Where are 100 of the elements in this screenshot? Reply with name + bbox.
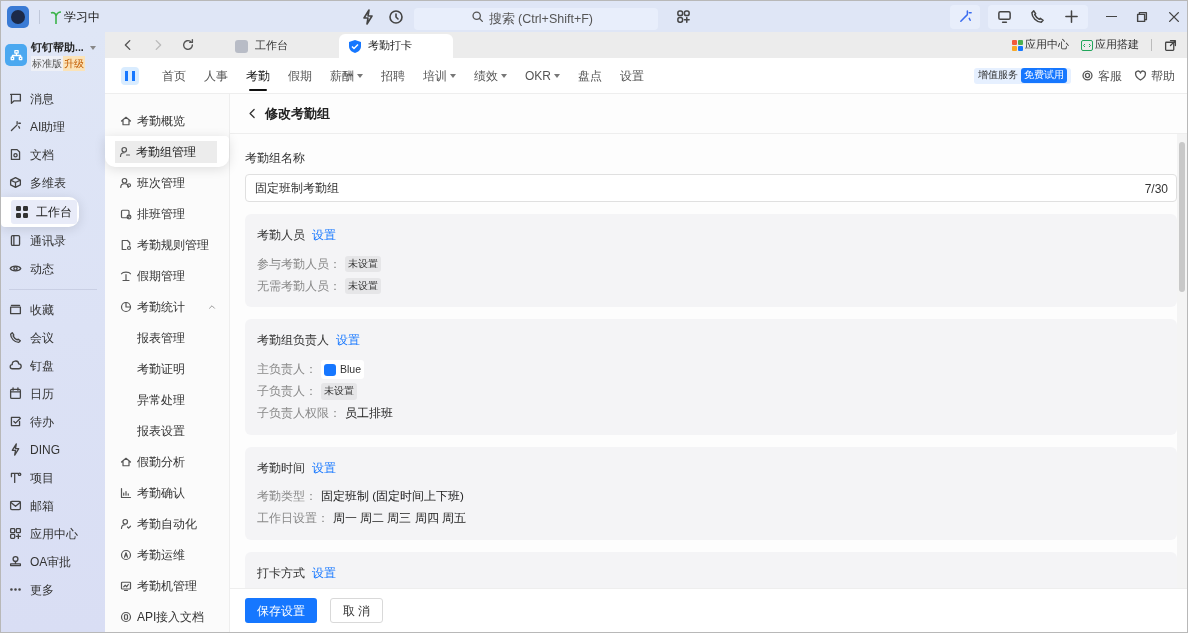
section-title: 考勤时间	[257, 460, 305, 476]
section-title: 考勤人员	[257, 228, 305, 243]
plus-icon	[1063, 9, 1079, 24]
sidebar-item[interactable]: 项目	[1, 463, 105, 492]
sub-nav-item[interactable]: 考勤确认	[105, 477, 229, 508]
sidebar-item[interactable]: 多维表	[1, 168, 105, 197]
app-logo[interactable]	[7, 5, 29, 28]
sidebar-item[interactable]: DING	[1, 435, 105, 464]
sub-nav-item[interactable]: 考勤自动化	[105, 508, 229, 539]
field-value: 固定班制 (固定时间上下班)	[321, 489, 464, 505]
grid-icon	[16, 205, 28, 218]
nav-tab[interactable]: 首页	[153, 57, 195, 94]
sub-nav-item[interactable]: 报表管理	[105, 322, 229, 353]
user-chip[interactable]: Blue	[321, 359, 364, 380]
open-external-icon	[1164, 38, 1177, 52]
upgrade-badge[interactable]: 升级	[63, 55, 85, 71]
nav-tab[interactable]: OKR	[516, 57, 569, 94]
restore-icon	[1135, 9, 1149, 24]
sidebar-item[interactable]: OA审批	[1, 547, 105, 576]
monitor-icon	[120, 579, 132, 592]
sidebar-item[interactable]: 消息	[1, 84, 105, 113]
sub-nav-item[interactable]: 考勤证明	[105, 353, 229, 384]
nav-tab[interactable]: 绩效	[465, 57, 516, 94]
sidebar-item[interactable]: 更多	[1, 575, 105, 604]
minimize-icon[interactable]	[1106, 15, 1117, 18]
toolbar-link[interactable]: 应用搭建	[1081, 37, 1139, 53]
sub-nav-item[interactable]: 考勤规则管理	[105, 229, 229, 260]
folder-icon	[9, 303, 22, 317]
caret-icon	[357, 73, 363, 78]
sidebar-item[interactable]: 日历	[1, 379, 105, 408]
users-icon	[120, 176, 132, 189]
toolbar-link[interactable]: 应用中心	[1012, 37, 1069, 53]
home-icon	[120, 114, 132, 127]
scrollbar-thumb[interactable]	[1179, 142, 1185, 292]
sidebar-item[interactable]: 工作台	[11, 199, 77, 224]
sub-nav-item[interactable]: 考勤机管理	[105, 570, 229, 601]
support-link[interactable]: 客服	[1098, 66, 1122, 85]
lightning-icon	[9, 443, 22, 457]
sparkle-icon	[9, 120, 22, 134]
org-name[interactable]: 钉钉帮助...	[31, 40, 84, 56]
settings-link[interactable]: 设置	[312, 564, 336, 582]
stamp-icon	[9, 555, 22, 569]
nav-tab[interactable]: 人事	[195, 57, 237, 94]
nav-tab[interactable]: 考勤	[237, 57, 279, 94]
apps-icon	[1012, 39, 1023, 51]
sidebar-item[interactable]: 应用中心	[1, 519, 105, 548]
status-tag: 未设置	[345, 278, 381, 295]
sub-nav-item[interactable]: 考勤运维	[105, 539, 229, 570]
nav-tab[interactable]: 设置	[611, 57, 653, 94]
browser-tab[interactable]: 工作台	[225, 34, 339, 58]
sub-nav-item[interactable]: 异常处理	[105, 384, 229, 415]
browser-tab[interactable]: 考勤打卡	[339, 34, 453, 58]
sidebar-item[interactable]: 钉盘	[1, 351, 105, 380]
sub-nav-item[interactable]: 排班管理	[105, 198, 229, 229]
add-apps-icon	[675, 9, 691, 24]
trial-badge[interactable]: 免费试用	[1021, 68, 1067, 83]
headset-icon	[1081, 69, 1094, 82]
nav-tab[interactable]: 假期	[279, 57, 321, 94]
phone-icon	[9, 331, 22, 345]
sub-nav-item[interactable]: 假勤分析	[105, 446, 229, 477]
help-link[interactable]: 帮助	[1151, 66, 1175, 85]
sidebar-item[interactable]: 邮箱	[1, 491, 105, 520]
service-badge[interactable]: 增值服务 免费试用	[974, 67, 1071, 84]
org-avatar[interactable]	[5, 44, 27, 67]
edition-label: 标准版	[31, 55, 63, 71]
status-text[interactable]: 学习中	[64, 7, 100, 26]
sub-nav-item[interactable]: 报表设置	[105, 415, 229, 446]
settings-link[interactable]: 设置	[312, 459, 336, 477]
sidebar-item[interactable]: 收藏	[1, 295, 105, 324]
section-title: 打卡方式	[257, 565, 305, 581]
sub-nav-item[interactable]: 考勤概览	[105, 105, 229, 136]
nav-tab[interactable]: 薪酬	[321, 57, 372, 94]
sidebar-item[interactable]: 动态	[1, 254, 105, 283]
status-tag: 未设置	[345, 256, 381, 273]
field-label: 主负责人：	[257, 361, 317, 377]
field-label: 工作日设置：	[257, 511, 329, 527]
dropdown-icon[interactable]	[89, 45, 96, 50]
sidebar-item[interactable]: 会议	[1, 323, 105, 352]
search-field[interactable]: 搜索 (Ctrl+Shift+F)	[413, 7, 658, 30]
sub-nav-item[interactable]: API接入文档	[105, 601, 229, 632]
nav-tab[interactable]: 招聘	[372, 57, 414, 94]
sidebar-item[interactable]: 通讯录	[1, 226, 105, 255]
sidebar-item[interactable]: AI助理	[1, 112, 105, 141]
sidebar-item[interactable]: 待办	[1, 407, 105, 436]
nav-tab[interactable]: 培训	[414, 57, 465, 94]
workbench-icon	[235, 39, 248, 53]
sub-nav-item[interactable]: 班次管理	[105, 167, 229, 198]
settings-link[interactable]: 设置	[336, 332, 360, 350]
ai-button[interactable]	[950, 4, 980, 29]
search-icon	[470, 9, 484, 23]
sub-nav-item[interactable]: 考勤统计	[105, 291, 229, 322]
heart-icon	[1134, 69, 1147, 82]
cancel-button[interactable]: 取 消	[330, 598, 384, 623]
save-button[interactable]: 保存设置	[245, 598, 317, 623]
sub-nav-item[interactable]: 假期管理	[105, 260, 229, 291]
sidebar-item[interactable]: 文档	[1, 140, 105, 169]
sub-nav-item[interactable]: 考勤组管理	[115, 140, 217, 163]
nav-tab[interactable]: 盘点	[569, 57, 611, 94]
calendar-clock-icon	[120, 207, 132, 220]
settings-link[interactable]: 设置	[312, 227, 336, 245]
